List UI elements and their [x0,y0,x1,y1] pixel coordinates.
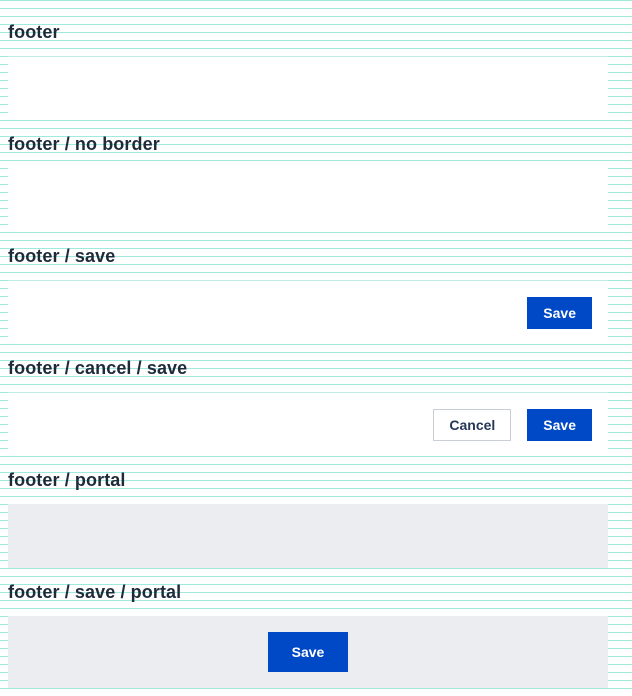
section-title: footer / portal [8,470,126,490]
section-title: footer / no border [8,134,160,154]
save-button[interactable]: Save [268,632,348,672]
section-title: footer [8,22,60,42]
section-title: footer / save [8,246,116,266]
footer-portal [8,504,608,568]
footer-cancel-save: Cancel Save [8,392,608,456]
save-button[interactable]: Save [527,408,592,441]
footer-save: Save [8,280,608,344]
section-title: footer / save / portal [8,582,182,602]
footer-no-border [8,168,608,232]
cancel-button[interactable]: Cancel [433,408,512,441]
save-button[interactable]: Save [527,296,592,329]
section-title: footer / cancel / save [8,358,188,378]
footer [8,56,608,120]
footer-save-portal: Save [8,616,608,688]
